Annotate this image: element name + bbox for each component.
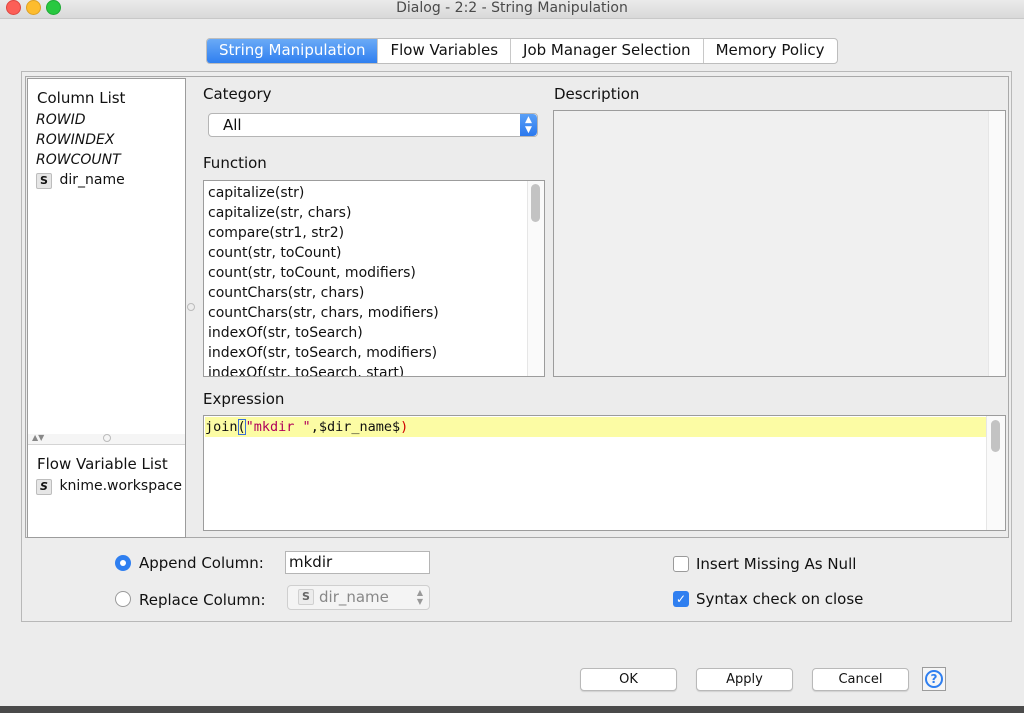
function-item[interactable]: countChars(str, chars, modifiers)	[204, 303, 526, 323]
column-item-rowcount[interactable]: ROWCOUNT	[36, 152, 121, 168]
expression-scrollbar[interactable]	[986, 416, 1005, 530]
checkmark-icon: ✓	[675, 592, 687, 606]
divider-grip-icon[interactable]	[103, 434, 111, 442]
category-value: All	[223, 116, 242, 134]
function-scroll-thumb[interactable]	[531, 184, 540, 222]
function-item[interactable]: count(str, toCount, modifiers)	[204, 263, 526, 283]
function-item[interactable]: indexOf(str, toSearch, modifiers)	[204, 343, 526, 363]
append-column-label[interactable]: Append Column:	[139, 554, 264, 572]
description-panel	[553, 110, 1006, 377]
tab-flow-variables[interactable]: Flow Variables	[378, 39, 512, 63]
expr-string-token: "mkdir "	[245, 419, 311, 435]
category-label: Category	[203, 85, 272, 103]
column-list-panel: Column List ROWID ROWINDEX ROWCOUNT S di…	[27, 78, 186, 538]
collapse-arrows-icon[interactable]: ▲▼	[32, 433, 44, 442]
description-scrollbar[interactable]	[988, 111, 1005, 376]
replace-column-value: dir_name	[319, 588, 389, 606]
window-title: Dialog - 2:2 - String Manipulation	[396, 0, 628, 16]
insert-missing-checkbox[interactable]	[673, 556, 689, 572]
function-label: Function	[203, 154, 267, 172]
replace-column-label[interactable]: Replace Column:	[139, 591, 266, 609]
function-item[interactable]: indexOf(str, toSearch)	[204, 323, 526, 343]
function-item[interactable]: capitalize(str, chars)	[204, 203, 526, 223]
column-item-dir-name[interactable]: S dir_name	[36, 172, 125, 189]
tab-bar: String Manipulation Flow Variables Job M…	[206, 38, 838, 64]
ok-button[interactable]: OK	[580, 668, 677, 691]
expr-close-paren-token: )	[400, 419, 409, 435]
function-item[interactable]: capitalize(str)	[204, 183, 526, 203]
function-item[interactable]: indexOf(str, toSearch, start)	[204, 363, 526, 376]
description-label: Description	[554, 85, 640, 103]
append-column-input[interactable]: mkdir	[285, 551, 430, 574]
updown-chevron-icon[interactable]: ▲ ▼	[520, 114, 537, 136]
expression-line[interactable]: join("mkdir ",$dir_name$)	[205, 417, 986, 437]
vertical-splitter-grip-icon[interactable]	[187, 303, 195, 311]
expression-scroll-thumb[interactable]	[991, 420, 1000, 452]
expr-column-token: $dir_name$	[318, 419, 401, 435]
flow-variable-item-knime-workspace[interactable]: S knime.workspace	[36, 478, 182, 495]
expr-function-token: join	[205, 419, 238, 435]
function-list[interactable]: capitalize(str) capitalize(str, chars) c…	[203, 180, 545, 377]
syntax-check-label[interactable]: Syntax check on close	[696, 590, 863, 608]
tab-string-manipulation[interactable]: String Manipulation	[207, 39, 379, 63]
flow-variable-name: knime.workspace	[59, 478, 182, 494]
background-window-strip	[0, 706, 1024, 713]
column-item-rowindex[interactable]: ROWINDEX	[36, 132, 114, 148]
split-pane-divider[interactable]: ▲▼	[28, 433, 185, 445]
tab-memory-policy[interactable]: Memory Policy	[704, 39, 837, 63]
cancel-button[interactable]: Cancel	[812, 668, 909, 691]
expression-label: Expression	[203, 390, 285, 408]
string-type-icon: S	[36, 173, 52, 189]
help-button[interactable]: ?	[922, 667, 946, 691]
function-item[interactable]: countChars(str, chars)	[204, 283, 526, 303]
string-type-icon: S	[298, 589, 314, 605]
column-name: dir_name	[59, 172, 125, 188]
replace-column-select[interactable]: S dir_name ▲ ▼	[287, 585, 430, 610]
function-items: capitalize(str) capitalize(str, chars) c…	[204, 183, 526, 376]
syntax-check-checkbox[interactable]: ✓	[673, 591, 689, 607]
updown-chevron-icon: ▲ ▼	[416, 588, 423, 606]
tab-job-manager-selection[interactable]: Job Manager Selection	[511, 39, 704, 63]
expression-editor[interactable]: join("mkdir ",$dir_name$)	[203, 415, 1006, 531]
replace-column-radio[interactable]	[115, 591, 131, 607]
append-column-radio[interactable]	[115, 555, 131, 571]
function-item[interactable]: count(str, toCount)	[204, 243, 526, 263]
apply-button[interactable]: Apply	[696, 668, 793, 691]
column-item-rowid[interactable]: ROWID	[36, 112, 86, 128]
expr-open-paren-token: (	[237, 419, 246, 435]
help-icon: ?	[925, 670, 943, 688]
category-select[interactable]: All ▲ ▼	[208, 113, 538, 137]
flow-variable-list-title: Flow Variable List	[37, 455, 168, 473]
expr-comma-token: ,	[310, 419, 319, 435]
column-list-title: Column List	[37, 89, 126, 107]
string-flow-variable-icon: S	[36, 479, 52, 495]
function-item[interactable]: compare(str1, str2)	[204, 223, 526, 243]
insert-missing-label[interactable]: Insert Missing As Null	[696, 555, 856, 573]
function-scrollbar[interactable]	[527, 181, 544, 376]
